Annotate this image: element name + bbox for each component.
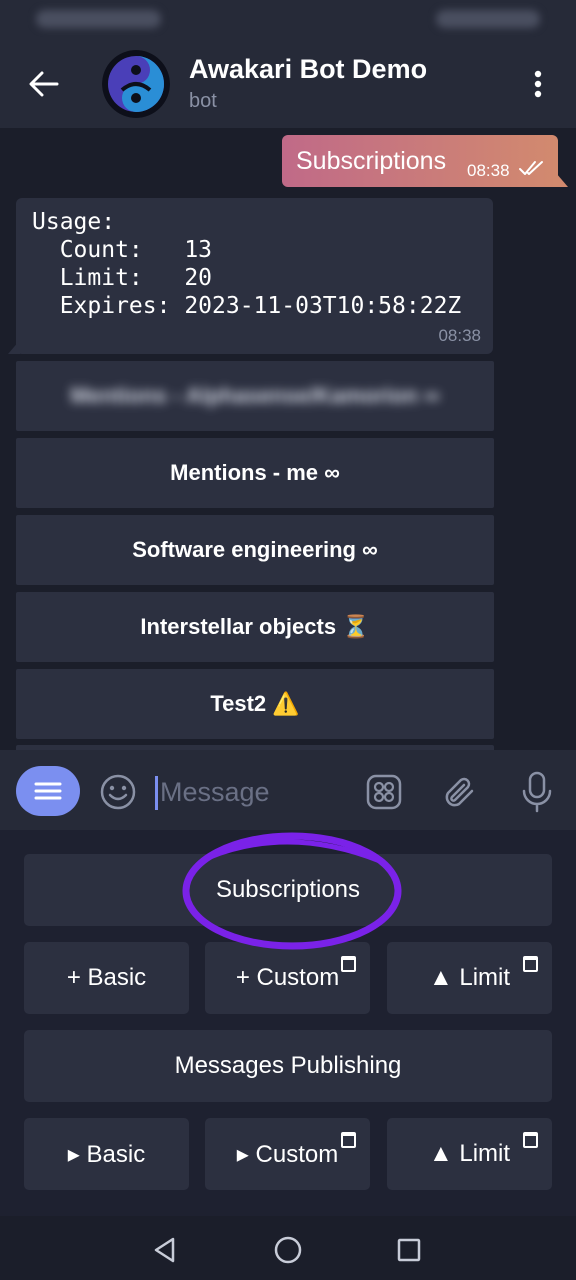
outgoing-message-time: 08:38: [467, 161, 510, 180]
keyboard-button-label: + Custom: [235, 964, 340, 991]
nav-home-button[interactable]: [266, 1228, 310, 1272]
web-app-icon: [523, 956, 538, 972]
usage-text: Usage: Count: 13 Limit: 20 Expires: 2023…: [32, 209, 462, 319]
chat-area[interactable]: Subscriptions 08:38 Usage: Count: 13 Lim…: [0, 128, 576, 750]
status-icons-right: [436, 10, 540, 28]
inline-button-interstellar-objects[interactable]: Interstellar objects ⏳: [16, 592, 494, 662]
keyboard-button-label: ▸ Basic: [67, 1140, 146, 1168]
status-bar: [0, 0, 576, 40]
status-icons-left: [36, 10, 161, 28]
message-input-bar: [0, 750, 576, 830]
keyboard-button-subscriptions[interactable]: Subscriptions: [24, 854, 552, 926]
nav-back-button[interactable]: [143, 1228, 187, 1272]
bot-menu-button[interactable]: [16, 766, 80, 816]
keyboard-button-sub-custom[interactable]: + Custom: [205, 942, 370, 1014]
keyboard-button-label: Subscriptions: [215, 876, 361, 903]
system-nav-bar: [0, 1216, 576, 1280]
keyboard-button-pub-custom[interactable]: ▸ Custom: [205, 1118, 370, 1190]
double-check-icon: [519, 161, 543, 175]
outgoing-bubble-tail: [556, 173, 568, 187]
inline-button-mentions-me[interactable]: Mentions - me ∞: [16, 438, 494, 508]
chat-subtitle: bot: [189, 90, 217, 112]
web-app-icon: [341, 956, 356, 972]
incoming-message[interactable]: Usage: Count: 13 Limit: 20 Expires: 2023…: [16, 198, 493, 354]
voice-button[interactable]: [515, 768, 559, 816]
app-button[interactable]: [362, 770, 406, 814]
apps-icon: [366, 774, 402, 810]
keyboard-button-pub-basic[interactable]: ▸ Basic: [24, 1118, 189, 1190]
keyboard-button-label: Messages Publishing: [174, 1052, 402, 1079]
inline-button-mentions-blurred[interactable]: Mentions - Alphasense/Kamorion ∞: [16, 361, 494, 431]
web-app-icon: [341, 1132, 356, 1148]
chat-title[interactable]: Awakari Bot Demo: [189, 54, 427, 85]
message-input[interactable]: [158, 768, 352, 816]
inline-button-label: Test2 ⚠️: [210, 691, 300, 716]
inline-button-label: Mentions - me ∞: [170, 460, 340, 485]
nav-recents-button[interactable]: [387, 1228, 431, 1272]
keyboard-button-label: + Basic: [66, 964, 147, 991]
keyboard-button-label: ▲ Limit: [428, 1140, 511, 1167]
outgoing-message-text: Subscriptions: [296, 147, 447, 175]
outgoing-message[interactable]: Subscriptions 08:38: [282, 135, 558, 187]
microphone-icon: [522, 771, 552, 813]
attach-button[interactable]: [438, 770, 482, 814]
inline-button-label: Mentions - Alphasense/Kamorion ∞: [70, 383, 440, 408]
smile-icon: [100, 774, 136, 810]
chat-header: Awakari Bot Demo bot: [0, 40, 576, 128]
nav-home-icon: [274, 1236, 302, 1264]
nav-back-icon: [154, 1237, 175, 1263]
inline-button-test2[interactable]: Test2 ⚠️: [16, 669, 494, 739]
menu-icon: [34, 782, 62, 800]
reply-keyboard: Subscriptions + Basic + Custom ▲ Limit M…: [0, 830, 576, 1216]
inline-button-label: Software engineering ∞: [132, 537, 378, 562]
inline-button-label: Interstellar objects ⏳: [140, 614, 370, 639]
more-vert-icon: [534, 70, 542, 98]
incoming-bubble-tail: [8, 340, 20, 354]
avatar[interactable]: [102, 50, 170, 118]
keyboard-button-pub-limit[interactable]: ▲ Limit: [387, 1118, 552, 1190]
arrow-left-icon: [29, 71, 59, 97]
keyboard-button-label: ▸ Custom: [236, 1140, 339, 1168]
paperclip-icon: [445, 777, 474, 807]
bot-logo-icon: [102, 50, 170, 118]
incoming-message-time: 08:38: [438, 326, 481, 345]
nav-recents-icon: [397, 1238, 421, 1262]
keyboard-button-sub-limit[interactable]: ▲ Limit: [387, 942, 552, 1014]
emoji-button[interactable]: [96, 770, 140, 814]
inline-button-software-engineering[interactable]: Software engineering ∞: [16, 515, 494, 585]
keyboard-button-messages-publishing[interactable]: Messages Publishing: [24, 1030, 552, 1102]
keyboard-button-sub-basic[interactable]: + Basic: [24, 942, 189, 1014]
web-app-icon: [523, 1132, 538, 1148]
more-options-button[interactable]: [520, 64, 556, 104]
keyboard-button-label: ▲ Limit: [428, 964, 511, 991]
back-button[interactable]: [22, 64, 66, 104]
